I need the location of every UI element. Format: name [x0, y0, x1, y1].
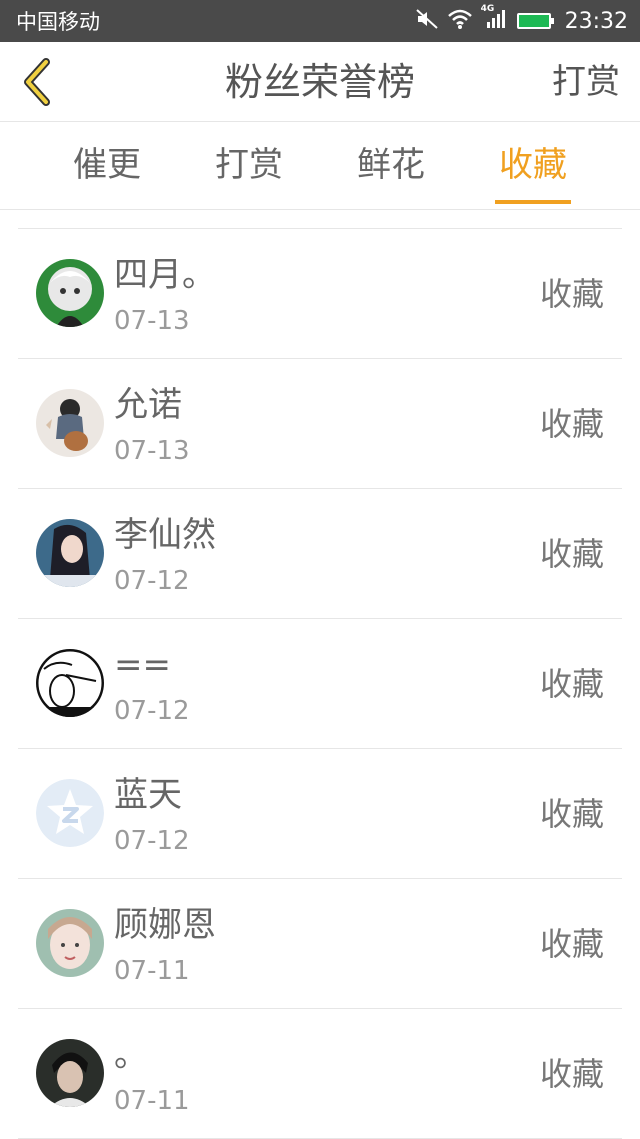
- item-action: 收藏: [539, 535, 604, 573]
- list-item[interactable]: 顾娜恩 07-11 收藏: [18, 879, 622, 1009]
- avatar: [36, 649, 104, 717]
- wifi-icon: [447, 8, 473, 34]
- item-date: 07-12: [114, 566, 190, 596]
- list-item[interactable]: 。 07-11 收藏: [18, 1009, 622, 1139]
- item-date: 07-11: [114, 956, 190, 986]
- clock: 23:32: [564, 8, 628, 34]
- list-item[interactable]: 允诺 07-13 收藏: [18, 359, 622, 489]
- item-action: 收藏: [539, 405, 604, 443]
- item-action: 收藏: [539, 1055, 604, 1093]
- back-button[interactable]: [14, 56, 58, 108]
- item-action: 收藏: [539, 665, 604, 703]
- user-name: 。: [114, 1035, 148, 1075]
- list-item[interactable]: 蓝天 07-12 收藏: [18, 749, 622, 879]
- item-action: 收藏: [539, 275, 604, 313]
- status-bar: 中国移动 4G 23:32: [0, 0, 640, 42]
- signal-4g-icon: 4G: [481, 4, 509, 34]
- tab-flowers[interactable]: 鲜花: [331, 122, 451, 210]
- fan-list: 四月。 07-13 收藏 允诺 07-13 收藏 李仙然 07-12 收藏 ==…: [18, 228, 622, 1139]
- tab-reward[interactable]: 打赏: [189, 122, 309, 210]
- app-header: 粉丝荣誉榜 打赏: [0, 42, 640, 122]
- user-name: 允诺: [114, 385, 182, 425]
- avatar: [36, 259, 104, 327]
- avatar: [36, 909, 104, 977]
- page-title: 粉丝荣誉榜: [224, 60, 415, 104]
- reward-button[interactable]: 打赏: [552, 42, 620, 122]
- item-date: 07-11: [114, 1086, 190, 1116]
- carrier-label: 中国移动: [16, 10, 100, 34]
- item-date: 07-12: [114, 696, 190, 726]
- list-item[interactable]: 四月。 07-13 收藏: [18, 229, 622, 359]
- chevron-left-icon: [24, 58, 50, 106]
- tab-favorites[interactable]: 收藏: [473, 122, 593, 210]
- tab-bar: 催更 打赏 鲜花 收藏: [0, 122, 640, 210]
- user-name: ==: [114, 645, 171, 685]
- user-name: 蓝天: [114, 775, 182, 815]
- avatar: [36, 779, 104, 847]
- tab-urge-update[interactable]: 催更: [47, 122, 167, 210]
- battery-icon: [516, 13, 554, 29]
- item-date: 07-13: [114, 306, 190, 336]
- item-date: 07-12: [114, 826, 190, 856]
- network-label: 4G: [480, 4, 495, 14]
- mute-icon: [415, 8, 439, 34]
- item-date: 07-13: [114, 436, 190, 466]
- user-name: 四月。: [114, 255, 216, 295]
- user-name: 李仙然: [114, 515, 216, 555]
- avatar: [36, 519, 104, 587]
- avatar: [36, 389, 104, 457]
- user-name: 顾娜恩: [114, 905, 216, 945]
- avatar: [36, 1039, 104, 1107]
- tab-favorites-label: 收藏: [499, 145, 567, 185]
- active-tab-indicator: [495, 200, 571, 204]
- list-item[interactable]: 李仙然 07-12 收藏: [18, 489, 622, 619]
- item-action: 收藏: [539, 795, 604, 833]
- item-action: 收藏: [539, 925, 604, 963]
- status-icons: 4G 23:32: [415, 4, 628, 34]
- list-item[interactable]: == 07-12 收藏: [18, 619, 622, 749]
